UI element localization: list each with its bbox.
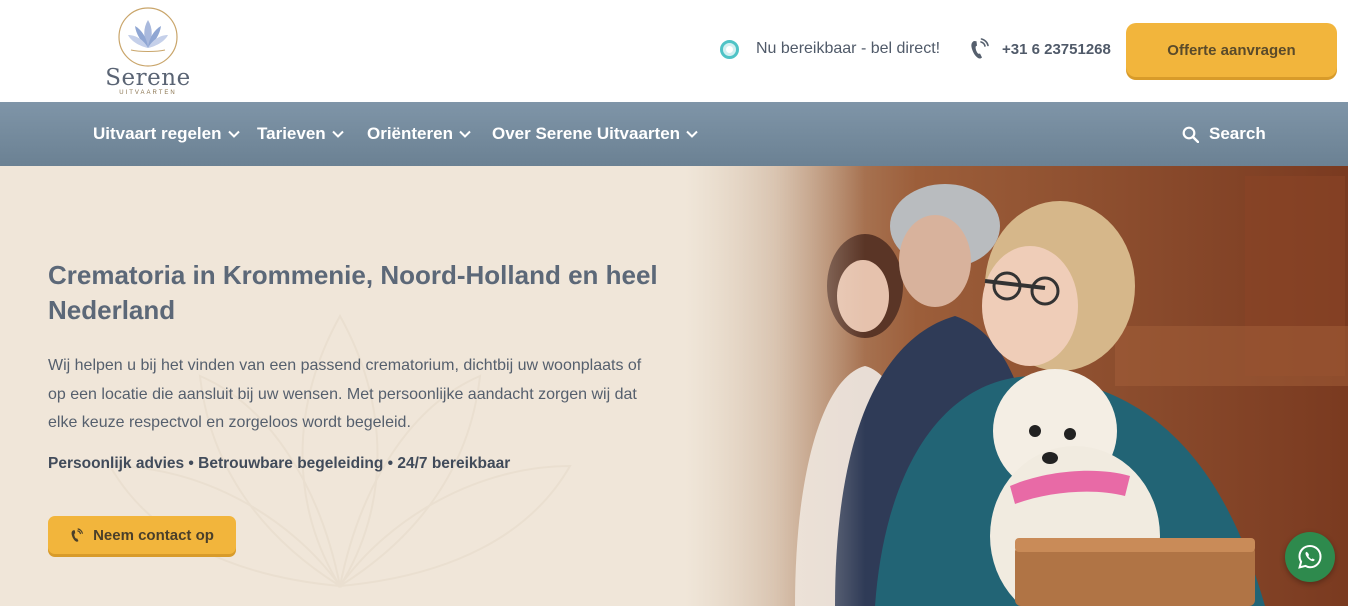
availability-status: Nu bereikbaar - bel direct! — [720, 38, 940, 60]
page-title: Crematoria in Krommenie, Noord-Holland e… — [48, 260, 658, 325]
main-navigation: Uitvaart regelen Tarieven Oriënteren Ove… — [0, 102, 1348, 166]
hero-photo-fade — [685, 166, 865, 606]
chevron-down-icon — [686, 130, 698, 138]
contact-button[interactable]: Neem contact op — [48, 516, 236, 554]
availability-text: Nu bereikbaar - bel direct! — [756, 40, 941, 57]
chevron-down-icon — [459, 130, 471, 138]
phone-icon — [71, 527, 83, 542]
nav-item-label: Tarieven — [257, 124, 326, 143]
nav-item-label: Uitvaart regelen — [93, 124, 222, 143]
nav-item-uitvaart-regelen[interactable]: Uitvaart regelen — [93, 102, 240, 166]
nav-item-over-serene[interactable]: Over Serene Uitvaarten — [492, 102, 698, 166]
nav-item-tarieven[interactable]: Tarieven — [257, 102, 344, 166]
contact-button-label: Neem contact op — [93, 526, 214, 544]
search-button[interactable]: Search — [1182, 102, 1266, 166]
nav-item-orienteren[interactable]: Oriënteren — [367, 102, 471, 166]
online-status-icon — [720, 39, 739, 59]
nav-item-label: Over Serene Uitvaarten — [492, 124, 681, 143]
phone-icon — [971, 38, 989, 59]
chevron-down-icon — [227, 130, 240, 138]
top-header: Serene UITVAARTEN Nu bereikbaar - bel di… — [0, 0, 1348, 102]
brand-tagline: UITVAARTEN — [119, 90, 177, 96]
hero-section: Crematoria in Krommenie, Noord-Holland e… — [0, 166, 1348, 606]
phone-number: +31 6 23751268 — [1002, 40, 1111, 58]
brand-name: Serene — [105, 65, 191, 91]
chevron-down-icon — [331, 130, 344, 138]
whatsapp-button[interactable] — [1285, 532, 1335, 582]
whatsapp-icon — [1298, 544, 1322, 569]
nav-item-label: Oriënteren — [367, 124, 453, 143]
hero-description: Wij helpen u bij het vinden van een pass… — [48, 357, 642, 431]
lotus-icon — [118, 7, 178, 67]
request-quote-button[interactable]: Offerte aanvragen — [1126, 23, 1337, 77]
phone-link[interactable]: +31 6 23751268 — [969, 38, 1111, 60]
usp-list: Persoonlijk advies • Betrouwbare begelei… — [48, 455, 511, 472]
brand-logo[interactable]: Serene UITVAARTEN — [100, 6, 196, 98]
search-label: Search — [1209, 124, 1266, 143]
search-icon — [1182, 126, 1199, 143]
